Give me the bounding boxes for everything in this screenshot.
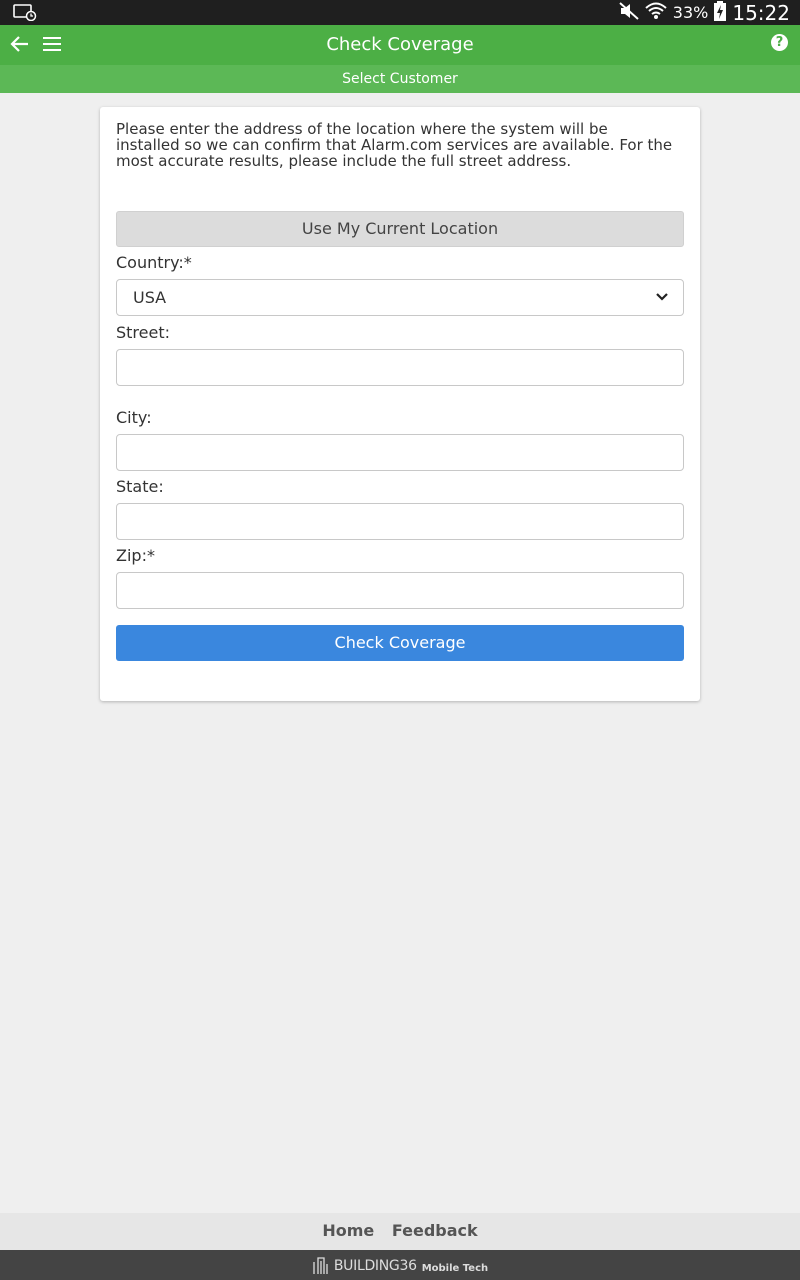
- country-label: Country:*: [116, 253, 192, 272]
- use-current-location-button[interactable]: Use My Current Location: [116, 211, 684, 247]
- home-link[interactable]: Home: [322, 1221, 374, 1240]
- app-bar: Check Coverage ?: [0, 25, 800, 65]
- street-label: Street:: [116, 323, 171, 342]
- status-bar: 33% 15:22: [0, 0, 800, 25]
- footer-links: Home Feedback: [0, 1213, 800, 1250]
- coverage-form-card: Please enter the address of the location…: [100, 107, 700, 701]
- battery-percent: 33%: [672, 3, 709, 22]
- building-icon: [313, 1257, 328, 1274]
- select-customer-bar[interactable]: Select Customer: [0, 65, 800, 93]
- mute-icon: [619, 1, 639, 24]
- country-select-value: USA: [133, 288, 167, 307]
- chevron-down-icon: [656, 293, 668, 301]
- page-title: Check Coverage: [326, 34, 474, 55]
- brand-name: BUILDING36: [333, 1258, 417, 1274]
- city-input[interactable]: [116, 434, 684, 471]
- wifi-icon: [645, 1, 667, 25]
- state-label: State:: [116, 477, 164, 496]
- zip-label: Zip:*: [116, 546, 155, 565]
- feedback-link[interactable]: Feedback: [392, 1221, 478, 1240]
- check-coverage-button[interactable]: Check Coverage: [116, 625, 684, 661]
- brand-bar: BUILDING36 Mobile Tech: [0, 1250, 800, 1280]
- brand-logo: BUILDING36 Mobile Tech: [312, 1256, 488, 1274]
- battery-icon: [714, 0, 727, 25]
- city-label: City:: [116, 408, 152, 427]
- country-select[interactable]: USA: [116, 279, 684, 316]
- state-input[interactable]: [116, 503, 684, 540]
- cast-icon: [13, 4, 37, 25]
- street-input[interactable]: [116, 349, 684, 386]
- brand-tagline: Mobile Tech: [421, 1263, 489, 1274]
- help-icon[interactable]: ?: [771, 34, 788, 51]
- intro-text: Please enter the address of the location…: [116, 120, 673, 170]
- zip-input[interactable]: [116, 572, 684, 609]
- clock: 15:22: [732, 0, 790, 25]
